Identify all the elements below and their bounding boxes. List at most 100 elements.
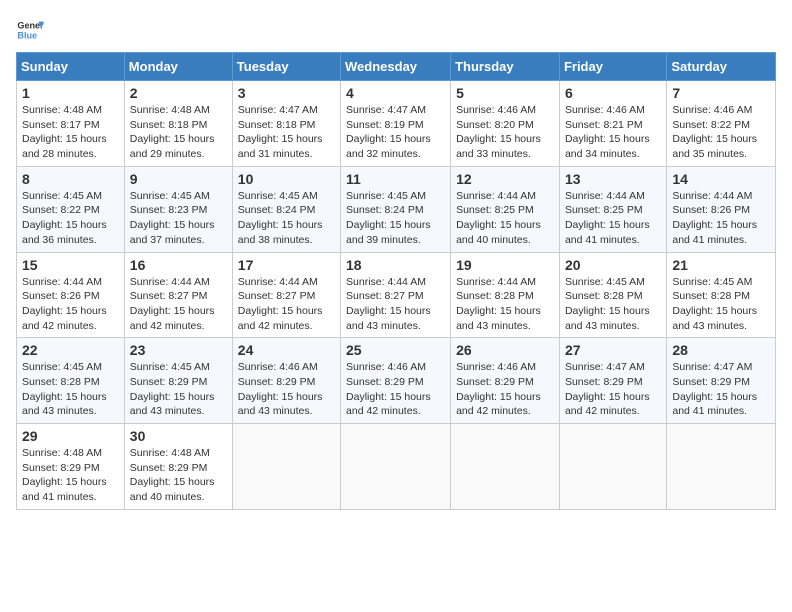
calendar-cell: 22 Sunrise: 4:45 AMSunset: 8:28 PMDayligh… (17, 338, 125, 424)
calendar-cell: 20 Sunrise: 4:45 AMSunset: 8:28 PMDayligh… (559, 252, 666, 338)
day-info: Sunrise: 4:45 AMSunset: 8:28 PMDaylight:… (672, 275, 770, 334)
calendar-cell: 4 Sunrise: 4:47 AMSunset: 8:19 PMDaylight… (341, 81, 451, 167)
day-number: 25 (346, 342, 445, 358)
weekday-header-row: SundayMondayTuesdayWednesdayThursdayFrid… (17, 53, 776, 81)
calendar-cell (341, 424, 451, 510)
day-number: 8 (22, 171, 119, 187)
calendar-cell: 18 Sunrise: 4:44 AMSunset: 8:27 PMDayligh… (341, 252, 451, 338)
day-number: 9 (130, 171, 227, 187)
calendar-cell: 24 Sunrise: 4:46 AMSunset: 8:29 PMDayligh… (232, 338, 340, 424)
day-info: Sunrise: 4:47 AMSunset: 8:29 PMDaylight:… (565, 360, 661, 419)
weekday-header-saturday: Saturday (667, 53, 776, 81)
day-number: 15 (22, 257, 119, 273)
calendar-cell: 11 Sunrise: 4:45 AMSunset: 8:24 PMDayligh… (341, 166, 451, 252)
day-number: 14 (672, 171, 770, 187)
calendar-cell: 6 Sunrise: 4:46 AMSunset: 8:21 PMDaylight… (559, 81, 666, 167)
day-number: 10 (238, 171, 335, 187)
day-info: Sunrise: 4:44 AMSunset: 8:25 PMDaylight:… (456, 189, 554, 248)
calendar-cell: 23 Sunrise: 4:45 AMSunset: 8:29 PMDayligh… (124, 338, 232, 424)
day-info: Sunrise: 4:44 AMSunset: 8:27 PMDaylight:… (130, 275, 227, 334)
day-info: Sunrise: 4:46 AMSunset: 8:29 PMDaylight:… (456, 360, 554, 419)
calendar-cell: 8Sunrise: 4:45 AMSunset: 8:22 PMDaylight… (17, 166, 125, 252)
calendar-cell: 28Sunrise: 4:47 AMSunset: 8:29 PMDayligh… (667, 338, 776, 424)
day-info: Sunrise: 4:48 AMSunset: 8:17 PMDaylight:… (22, 103, 119, 162)
calendar-body: 1 Sunrise: 4:48 AMSunset: 8:17 PMDaylight… (17, 81, 776, 510)
calendar-cell: 12 Sunrise: 4:44 AMSunset: 8:25 PMDayligh… (451, 166, 560, 252)
calendar-cell: 2 Sunrise: 4:48 AMSunset: 8:18 PMDaylight… (124, 81, 232, 167)
calendar-week-2: 8Sunrise: 4:45 AMSunset: 8:22 PMDaylight… (17, 166, 776, 252)
day-info: Sunrise: 4:46 AMSunset: 8:20 PMDaylight:… (456, 103, 554, 162)
weekday-header-sunday: Sunday (17, 53, 125, 81)
day-info: Sunrise: 4:45 AMSunset: 8:29 PMDaylight:… (130, 360, 227, 419)
day-number: 1 (22, 85, 119, 101)
day-number: 4 (346, 85, 445, 101)
day-info: Sunrise: 4:45 AMSunset: 8:28 PMDaylight:… (22, 360, 119, 419)
svg-text:Blue: Blue (17, 30, 37, 40)
weekday-header-friday: Friday (559, 53, 666, 81)
calendar-cell: 17 Sunrise: 4:44 AMSunset: 8:27 PMDayligh… (232, 252, 340, 338)
day-number: 13 (565, 171, 661, 187)
calendar-cell: 1 Sunrise: 4:48 AMSunset: 8:17 PMDaylight… (17, 81, 125, 167)
day-number: 26 (456, 342, 554, 358)
calendar-cell: 14 Sunrise: 4:44 AMSunset: 8:26 PMDayligh… (667, 166, 776, 252)
day-number: 24 (238, 342, 335, 358)
calendar-cell: 5Sunrise: 4:46 AMSunset: 8:20 PMDaylight… (451, 81, 560, 167)
calendar-week-1: 1 Sunrise: 4:48 AMSunset: 8:17 PMDaylight… (17, 81, 776, 167)
weekday-header-wednesday: Wednesday (341, 53, 451, 81)
day-number: 16 (130, 257, 227, 273)
day-info: Sunrise: 4:47 AMSunset: 8:29 PMDaylight:… (672, 360, 770, 419)
calendar-week-4: 22 Sunrise: 4:45 AMSunset: 8:28 PMDayligh… (17, 338, 776, 424)
day-info: Sunrise: 4:44 AMSunset: 8:25 PMDaylight:… (565, 189, 661, 248)
calendar-cell: 16 Sunrise: 4:44 AMSunset: 8:27 PMDayligh… (124, 252, 232, 338)
calendar-cell: 3Sunrise: 4:47 AMSunset: 8:18 PMDaylight… (232, 81, 340, 167)
day-number: 2 (130, 85, 227, 101)
calendar-cell: 7Sunrise: 4:46 AMSunset: 8:22 PMDaylight… (667, 81, 776, 167)
day-info: Sunrise: 4:44 AMSunset: 8:27 PMDaylight:… (346, 275, 445, 334)
page-header: General Blue (16, 16, 776, 44)
calendar-cell (667, 424, 776, 510)
day-info: Sunrise: 4:46 AMSunset: 8:29 PMDaylight:… (238, 360, 335, 419)
day-info: Sunrise: 4:44 AMSunset: 8:26 PMDaylight:… (22, 275, 119, 334)
day-info: Sunrise: 4:48 AMSunset: 8:29 PMDaylight:… (130, 446, 227, 505)
calendar-week-5: 29Sunrise: 4:48 AMSunset: 8:29 PMDayligh… (17, 424, 776, 510)
day-number: 22 (22, 342, 119, 358)
day-number: 30 (130, 428, 227, 444)
calendar-cell: 19Sunrise: 4:44 AMSunset: 8:28 PMDayligh… (451, 252, 560, 338)
day-number: 3 (238, 85, 335, 101)
day-info: Sunrise: 4:48 AMSunset: 8:29 PMDaylight:… (22, 446, 119, 505)
day-number: 21 (672, 257, 770, 273)
day-number: 23 (130, 342, 227, 358)
day-number: 17 (238, 257, 335, 273)
logo-icon: General Blue (16, 16, 44, 44)
calendar-cell (232, 424, 340, 510)
calendar-cell: 21 Sunrise: 4:45 AMSunset: 8:28 PMDayligh… (667, 252, 776, 338)
day-number: 18 (346, 257, 445, 273)
day-number: 7 (672, 85, 770, 101)
day-info: Sunrise: 4:45 AMSunset: 8:24 PMDaylight:… (346, 189, 445, 248)
day-info: Sunrise: 4:45 AMSunset: 8:28 PMDaylight:… (565, 275, 661, 334)
day-number: 11 (346, 171, 445, 187)
calendar-week-3: 15 Sunrise: 4:44 AMSunset: 8:26 PMDayligh… (17, 252, 776, 338)
calendar-cell: 27 Sunrise: 4:47 AMSunset: 8:29 PMDayligh… (559, 338, 666, 424)
day-number: 27 (565, 342, 661, 358)
weekday-header-thursday: Thursday (451, 53, 560, 81)
calendar-cell (451, 424, 560, 510)
day-number: 19 (456, 257, 554, 273)
logo: General Blue (16, 16, 44, 44)
calendar-cell: 30 Sunrise: 4:48 AMSunset: 8:29 PMDayligh… (124, 424, 232, 510)
day-info: Sunrise: 4:46 AMSunset: 8:29 PMDaylight:… (346, 360, 445, 419)
day-info: Sunrise: 4:44 AMSunset: 8:27 PMDaylight:… (238, 275, 335, 334)
calendar-cell: 13 Sunrise: 4:44 AMSunset: 8:25 PMDayligh… (559, 166, 666, 252)
day-info: Sunrise: 4:46 AMSunset: 8:21 PMDaylight:… (565, 103, 661, 162)
day-info: Sunrise: 4:45 AMSunset: 8:24 PMDaylight:… (238, 189, 335, 248)
day-number: 12 (456, 171, 554, 187)
calendar-table: SundayMondayTuesdayWednesdayThursdayFrid… (16, 52, 776, 510)
weekday-header-monday: Monday (124, 53, 232, 81)
day-number: 6 (565, 85, 661, 101)
weekday-header-tuesday: Tuesday (232, 53, 340, 81)
day-info: Sunrise: 4:44 AMSunset: 8:26 PMDaylight:… (672, 189, 770, 248)
day-info: Sunrise: 4:48 AMSunset: 8:18 PMDaylight:… (130, 103, 227, 162)
day-number: 20 (565, 257, 661, 273)
day-info: Sunrise: 4:47 AMSunset: 8:19 PMDaylight:… (346, 103, 445, 162)
calendar-cell: 15 Sunrise: 4:44 AMSunset: 8:26 PMDayligh… (17, 252, 125, 338)
